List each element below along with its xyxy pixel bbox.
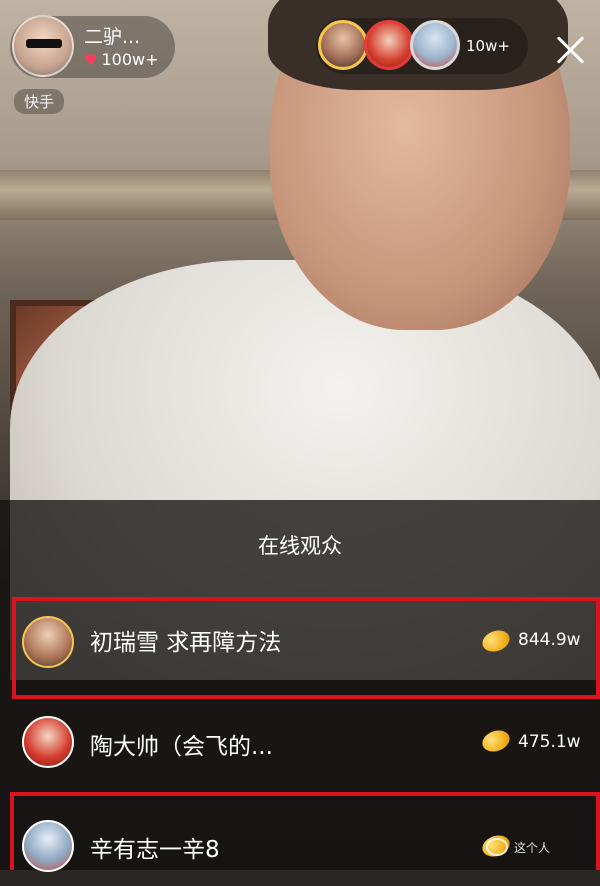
top-viewer-avatar-3[interactable]: [410, 20, 460, 70]
host-avatar[interactable]: [12, 15, 74, 77]
watermark-text: 这个人: [514, 840, 551, 855]
panel-title: 在线观众: [258, 534, 342, 558]
watermark: 这个人: [486, 838, 550, 856]
host-name: 二驴...: [84, 26, 141, 48]
audience-name: 陶大帅（会飞的...: [90, 734, 273, 760]
top-viewer-avatar-1[interactable]: [318, 20, 368, 70]
platform-tag: 快手: [14, 89, 65, 114]
highlight-box: [10, 792, 600, 870]
close-button[interactable]: [548, 28, 592, 72]
host-likes: ♥ 100w+: [84, 50, 158, 69]
top-viewer-avatar-2[interactable]: [364, 20, 414, 70]
likes-count: 100w+: [101, 50, 159, 69]
sunglasses-graphic: [26, 39, 62, 48]
audience-row[interactable]: 陶大帅（会飞的... 475.1w: [0, 694, 600, 790]
heart-icon: ♥: [84, 50, 98, 69]
highlight-box: [12, 597, 600, 699]
audience-amount: 475.1w: [518, 732, 581, 752]
viewer-count[interactable]: 10w+: [466, 37, 510, 55]
wechat-icon: [486, 838, 508, 856]
audience-avatar[interactable]: [22, 716, 74, 768]
coin-icon: [479, 726, 513, 756]
